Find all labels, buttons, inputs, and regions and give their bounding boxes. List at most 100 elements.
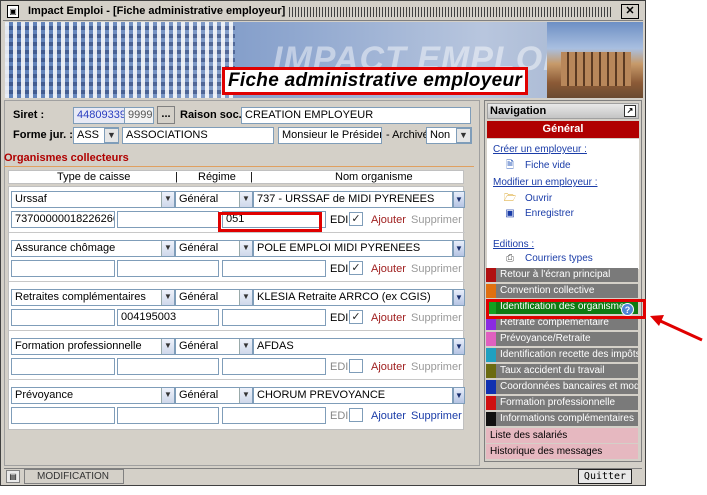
color-swatch (486, 364, 496, 378)
edi-checkbox[interactable]: ✓ (349, 212, 363, 226)
menu-taux-accident[interactable]: Taux accident du travail (486, 364, 638, 379)
organisme-dropdown-icon[interactable]: ▼ (453, 289, 465, 306)
menu-formation[interactable]: Formation professionnelle (486, 396, 638, 411)
nom-organisme-input[interactable]: KLESIA Retraite ARRCO (ex CGIS) (253, 289, 453, 306)
type-caisse-select[interactable]: Retraites complémentaires (11, 289, 175, 306)
organisme-field-1[interactable] (11, 309, 115, 326)
section-general: Général (487, 121, 639, 138)
representant-input[interactable]: Monsieur le Président (278, 127, 382, 144)
navigation-header: Navigation ↗ (487, 103, 639, 119)
ajouter-button[interactable]: Ajouter (371, 312, 406, 324)
organisme-field-2[interactable] (117, 407, 219, 424)
organisme-field-1[interactable] (11, 407, 115, 424)
color-swatch (486, 332, 496, 346)
nom-organisme-input[interactable]: AFDAS (253, 338, 453, 355)
forme-juridique-name-input[interactable]: ASSOCIATIONS (122, 127, 274, 144)
nom-organisme-input[interactable]: POLE EMPLOI MIDI PYRENEES (253, 240, 453, 257)
siret-input[interactable]: 448093399 (73, 107, 125, 124)
organisme-field-3[interactable] (222, 407, 326, 424)
col-regime-header: Régime (198, 171, 236, 183)
type-caisse-select[interactable]: Prévoyance (11, 387, 175, 404)
ajouter-button[interactable]: Ajouter (371, 410, 406, 422)
fiche-vide-link[interactable]: Fiche vide (525, 160, 571, 171)
chevron-down-icon[interactable]: ▼ (239, 241, 252, 256)
supprimer-button[interactable]: Supprimer (411, 410, 462, 422)
document-icon: 🗎 (505, 160, 515, 171)
organisme-dropdown-icon[interactable]: ▼ (453, 240, 465, 257)
chevron-down-icon[interactable]: ▼ (161, 339, 174, 354)
divider (9, 232, 465, 233)
color-swatch (486, 396, 496, 410)
quit-button[interactable]: Quitter (578, 469, 632, 484)
supprimer-button[interactable]: Supprimer (411, 361, 462, 373)
menu-recette-impots[interactable]: Identification recette des impôts (486, 348, 638, 363)
siret-suffix-input[interactable]: 99999 (124, 107, 154, 124)
organisme-dropdown-icon[interactable]: ▼ (453, 338, 465, 355)
app-icon: ▣ (7, 5, 19, 18)
chevron-down-icon[interactable]: ▼ (239, 290, 252, 305)
ouvrir-link[interactable]: Ouvrir (525, 193, 552, 204)
organisme-field-2[interactable] (117, 211, 219, 228)
help-icon[interactable]: ? (621, 303, 634, 316)
organisme-field-3[interactable] (222, 260, 326, 277)
organisme-field-2[interactable] (117, 260, 219, 277)
menu-informations[interactable]: Informations complémentaires (486, 412, 638, 427)
menu-coordonnees-bancaires[interactable]: Coordonnées bancaires et mode de (486, 380, 638, 395)
chevron-down-icon[interactable]: ▼ (456, 128, 471, 143)
type-caisse-select[interactable]: Assurance chômage (11, 240, 175, 257)
supprimer-button[interactable]: Supprimer (411, 263, 462, 275)
organisme-field-1[interactable]: 737000000182262667 (11, 211, 115, 228)
raison-sociale-label: Raison soc. : (180, 109, 249, 121)
nom-organisme-input[interactable]: 737 - URSSAF de MIDI PYRENEES (253, 191, 453, 208)
organisme-dropdown-icon[interactable]: ▼ (453, 387, 465, 404)
organisme-row: Assurance chômage ▼ Général ▼ POLE EMPLO… (9, 236, 465, 284)
type-caisse-select[interactable]: Urssaf (11, 191, 175, 208)
status-bar: ▤ MODIFICATION (4, 468, 642, 484)
chevron-down-icon[interactable]: ▼ (161, 192, 174, 207)
edi-checkbox[interactable]: ✓ (349, 261, 363, 275)
save-icon: ▣ (505, 208, 515, 219)
nom-organisme-input[interactable]: CHORUM PREVOYANCE (253, 387, 453, 404)
siret-lookup-button[interactable]: ... (157, 106, 175, 124)
divider (9, 330, 465, 331)
menu-retour[interactable]: Retour à l'écran principal (486, 268, 638, 283)
edi-checkbox[interactable] (349, 408, 363, 422)
organisme-dropdown-icon[interactable]: ▼ (453, 191, 465, 208)
enregistrer-link[interactable]: Enregistrer (525, 208, 574, 219)
ajouter-button[interactable]: Ajouter (371, 263, 406, 275)
organisme-row: Formation professionnelle ▼ Général ▼ AF… (9, 334, 465, 382)
supprimer-button[interactable]: Supprimer (411, 214, 462, 226)
raison-sociale-input[interactable]: CREATION EMPLOYEUR (241, 107, 471, 124)
type-caisse-select[interactable]: Formation professionnelle (11, 338, 175, 355)
close-icon[interactable]: ✕ (621, 4, 639, 19)
organisme-field-2[interactable]: 004195003 (117, 309, 219, 326)
organisme-field-3[interactable] (222, 358, 326, 375)
divider: | (175, 171, 178, 183)
chevron-down-icon[interactable]: ▼ (161, 388, 174, 403)
supprimer-button[interactable]: Supprimer (411, 312, 462, 324)
historique-messages-button[interactable]: Historique des messages (486, 444, 638, 460)
edi-checkbox[interactable] (349, 359, 363, 373)
ajouter-button[interactable]: Ajouter (371, 361, 406, 373)
chevron-down-icon[interactable]: ▼ (239, 339, 252, 354)
chevron-down-icon[interactable]: ▼ (239, 388, 252, 403)
menu-prevoyance[interactable]: Prévoyance/Retraite (486, 332, 638, 347)
col-nom-header: Nom organisme (335, 171, 413, 183)
organisme-field-2[interactable] (117, 358, 219, 375)
chevron-down-icon[interactable]: ▼ (161, 241, 174, 256)
title-bar: ▣ Impact Emploi - [Fiche administrative … (3, 3, 643, 21)
chevron-down-icon[interactable]: ▼ (161, 290, 174, 305)
pin-icon[interactable]: ↗ (624, 105, 636, 117)
chevron-down-icon[interactable]: ▼ (104, 128, 119, 143)
menu-convention[interactable]: Convention collective (486, 284, 638, 299)
modify-employer-heading: Modifier un employeur : (493, 177, 598, 188)
organisme-field-1[interactable] (11, 260, 115, 277)
edi-checkbox[interactable]: ✓ (349, 310, 363, 324)
col-type-header: Type de caisse (57, 171, 131, 183)
organisme-field-1[interactable] (11, 358, 115, 375)
chevron-down-icon[interactable]: ▼ (239, 192, 252, 207)
courriers-types-link[interactable]: Courriers types (525, 253, 593, 264)
organisme-field-3[interactable] (222, 309, 326, 326)
liste-salaries-button[interactable]: Liste des salariés (486, 428, 638, 444)
ajouter-button[interactable]: Ajouter (371, 214, 406, 226)
